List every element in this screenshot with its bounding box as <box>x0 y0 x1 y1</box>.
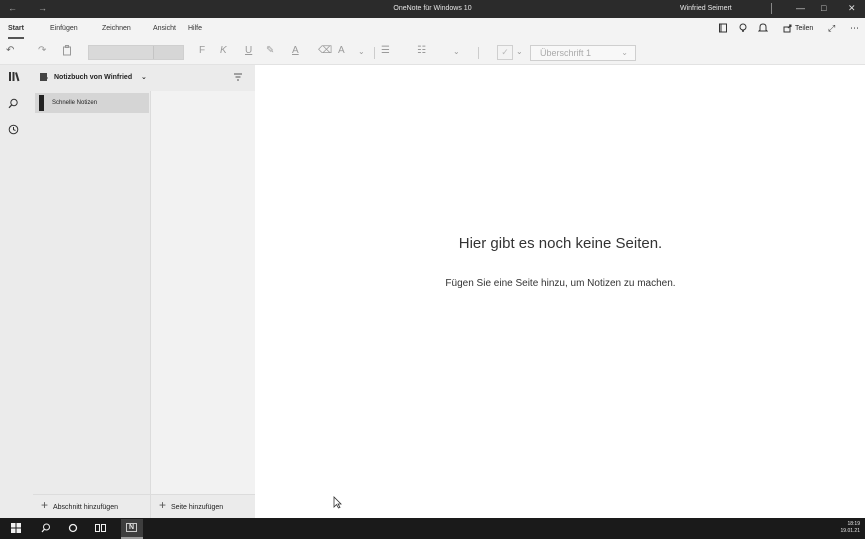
eraser-icon[interactable]: ⌫ <box>318 45 332 56</box>
notebook-name: Notizbuch von Winfried <box>54 74 133 81</box>
share-label[interactable]: Teilen <box>795 25 813 32</box>
plus-icon: + <box>41 498 49 512</box>
section-color-tab <box>39 95 44 111</box>
tab-insert[interactable]: Einfügen <box>50 25 78 32</box>
maximize-button[interactable]: □ <box>821 3 826 13</box>
ribbon-tabs: Start Einfügen Zeichnen Ansicht Hilfe Te… <box>0 18 865 40</box>
tab-start[interactable]: Start <box>8 25 24 39</box>
title-separator <box>771 3 772 14</box>
minimize-button[interactable]: — <box>796 3 805 13</box>
font-color-icon[interactable]: A <box>292 45 299 56</box>
more-icon[interactable]: ⋯ <box>850 23 859 34</box>
list-dropdown-icon[interactable]: ⌄ <box>453 47 460 56</box>
clock-time: 18:19 <box>847 521 860 527</box>
chevron-down-icon: ⌄ <box>141 74 147 81</box>
page-canvas[interactable]: Hier gibt es noch keine Seiten. Fügen Si… <box>256 65 865 518</box>
task-view-icon[interactable] <box>95 523 106 535</box>
taskbar-app-onenote[interactable]: N <box>121 519 143 539</box>
numbered-list-icon[interactable]: ☷ <box>417 45 426 56</box>
empty-state-subtitle: Fügen Sie eine Seite hinzu, um Notizen z… <box>445 278 676 289</box>
add-section-button[interactable]: + Abschnitt hinzufügen <box>33 494 150 518</box>
toolbar-separator <box>478 47 479 59</box>
onenote-icon: N <box>126 523 138 532</box>
add-page-button[interactable]: + Seite hinzufügen <box>150 494 255 518</box>
close-button[interactable]: ✕ <box>848 3 856 14</box>
mouse-pointer-icon <box>333 496 342 514</box>
section-item[interactable]: Schnelle Notizen <box>35 93 149 113</box>
style-selector[interactable]: Überschrift 1 ⌄ <box>530 45 636 61</box>
format-dropdown-icon[interactable]: ⌄ <box>358 47 365 56</box>
window-title: OneNote für Windows 10 <box>393 5 472 12</box>
system-clock[interactable]: 18:19 19.01.21 <box>834 521 860 535</box>
tab-view[interactable]: Ansicht <box>153 25 176 32</box>
add-page-label: Seite hinzufügen <box>171 504 224 511</box>
bold-button[interactable]: F <box>199 45 205 56</box>
plus-icon: + <box>159 498 167 512</box>
font-name-field[interactable] <box>89 46 154 59</box>
recent-icon[interactable] <box>8 124 19 138</box>
bullet-list-icon[interactable]: ☰ <box>381 45 390 56</box>
undo-button[interactable]: ↶ <box>6 45 14 56</box>
add-section-label: Abschnitt hinzufügen <box>53 504 118 511</box>
search-icon[interactable] <box>41 523 51 535</box>
toolbar-separator <box>374 47 375 59</box>
style-value: Überschrift 1 <box>540 48 592 58</box>
tab-draw[interactable]: Zeichnen <box>102 25 131 32</box>
chevron-down-icon: ⌄ <box>621 48 628 57</box>
search-icon[interactable] <box>8 98 19 112</box>
clipboard-icon[interactable] <box>62 45 72 59</box>
notebook-selector[interactable]: Notizbuch von Winfried ⌄ <box>33 65 255 91</box>
notebook-icon <box>39 72 49 84</box>
empty-state-title: Hier gibt es noch keine Seiten. <box>458 235 663 252</box>
cortana-icon[interactable] <box>68 523 78 535</box>
formatting-toolbar: ↶ ↷ F K U ✎ A ⌫ A ⌄ ☰ ☷ ⌄ ✓ ⌄ Überschrif… <box>0 40 865 65</box>
font-selector[interactable] <box>88 45 184 60</box>
clear-format-icon[interactable]: A <box>338 45 345 56</box>
windows-start-icon[interactable] <box>11 523 21 535</box>
tab-help[interactable]: Hilfe <box>188 25 202 32</box>
tag-dropdown-icon[interactable]: ⌄ <box>516 47 523 56</box>
taskbar: N 18:19 19.01.21 <box>0 518 865 539</box>
notebooks-icon[interactable] <box>8 71 20 85</box>
clock-date: 19.01.21 <box>840 528 860 534</box>
section-label: Schnelle Notizen <box>52 100 98 106</box>
user-name[interactable]: Winfried Seimert <box>680 5 732 12</box>
left-rail <box>0 65 33 518</box>
share-icon[interactable] <box>783 23 793 35</box>
sections-pane: Schnelle Notizen <box>33 91 150 494</box>
redo-button[interactable]: ↷ <box>38 45 46 56</box>
highlighter-icon[interactable]: ✎ <box>266 45 274 56</box>
sort-icon[interactable] <box>233 72 243 84</box>
pages-pane <box>150 91 255 494</box>
title-bar: ← → OneNote für Windows 10 Winfried Seim… <box>0 0 865 18</box>
lightbulb-icon[interactable] <box>738 23 748 35</box>
underline-button[interactable]: U <box>245 45 252 56</box>
expand-icon[interactable]: ⤢ <box>828 23 835 34</box>
bell-icon[interactable] <box>757 23 769 35</box>
italic-button[interactable]: K <box>220 45 227 56</box>
tag-checkbox-icon[interactable]: ✓ <box>497 45 513 60</box>
notebook-icon[interactable] <box>718 23 728 35</box>
